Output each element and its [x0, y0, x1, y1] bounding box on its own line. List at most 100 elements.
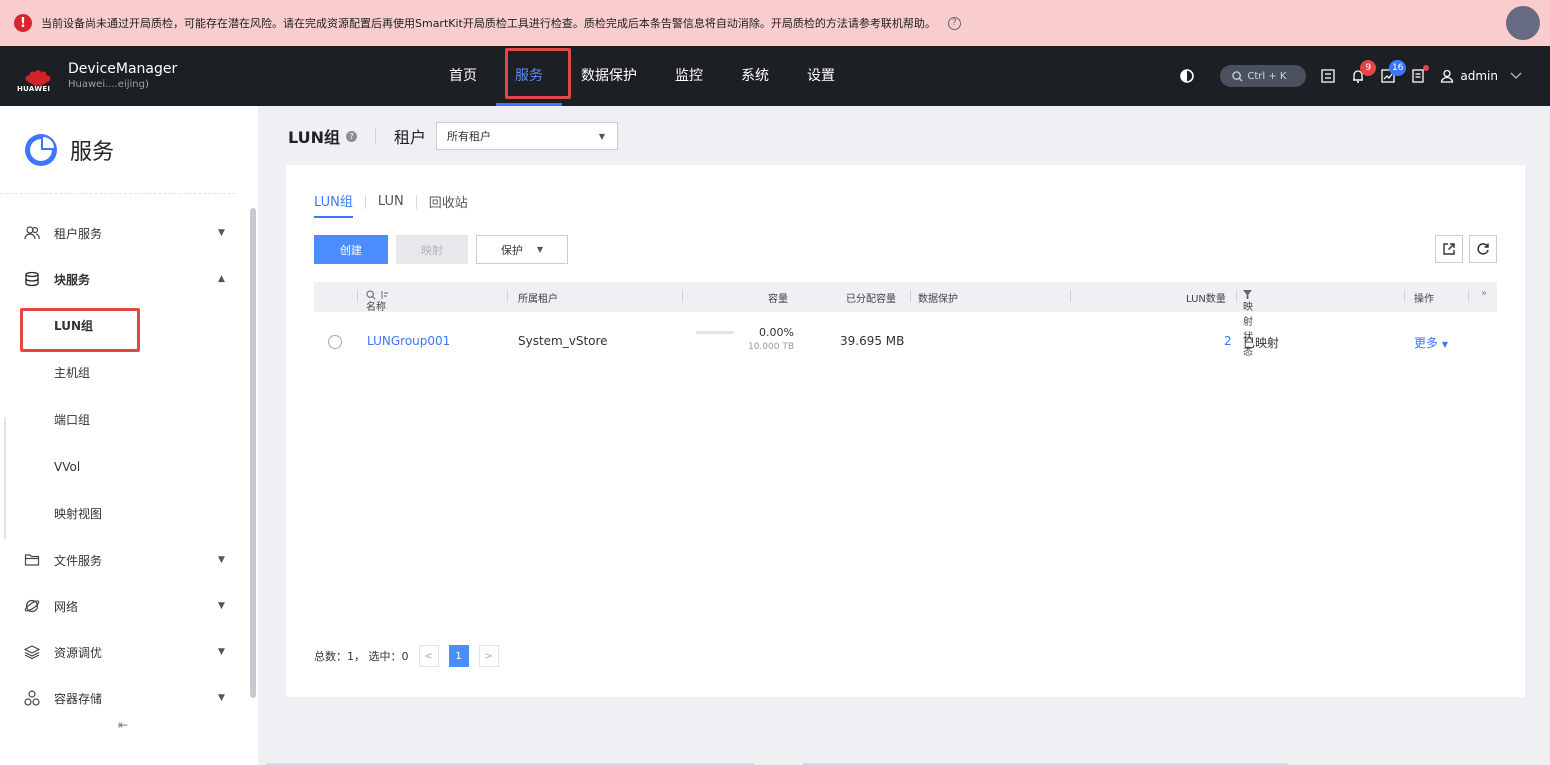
column-operation: 操作	[1414, 294, 1434, 305]
nav-system[interactable]: 系统	[722, 46, 788, 106]
sidebar-item-file-service[interactable]: 文件服务 ▼	[0, 537, 258, 583]
page-title: LUN组	[288, 128, 341, 147]
caret-down-icon: ▼	[218, 601, 225, 611]
alarm-count-badge: 9	[1360, 60, 1377, 76]
column-settings-icon[interactable]: »	[1481, 288, 1487, 299]
page-number-button[interactable]: 1	[448, 645, 469, 667]
tenant-icon	[24, 225, 42, 241]
table-header: 名称 所属租户 容量 已分配容量 数据保护 LUN数量 映射状态 操作 »	[314, 282, 1497, 358]
toolbar: Ctrl + K 9 16 admin	[1180, 46, 1528, 106]
nav-home[interactable]: 首页	[430, 46, 496, 106]
tab-divider	[415, 194, 417, 209]
pagination-summary: 总数：1， 选中：0	[314, 650, 409, 663]
column-mapping[interactable]: 映射状态	[1243, 290, 1253, 358]
capacity-percent: 0.00%	[759, 326, 794, 339]
row-select-radio[interactable]	[328, 335, 342, 349]
layers-icon	[24, 644, 42, 660]
protect-dropdown[interactable]: 保护 ▼	[476, 235, 568, 264]
nav-settings[interactable]: 设置	[788, 46, 854, 106]
row-mapping-status: 已映射	[1243, 336, 1280, 350]
more-actions-dropdown[interactable]: 更多 ▼	[1414, 334, 1448, 351]
export-button[interactable]	[1435, 235, 1463, 263]
sidebar-subitem-mapping-view[interactable]: 映射视图	[0, 490, 258, 537]
task-center-icon[interactable]	[1320, 68, 1336, 84]
table-tools	[1429, 235, 1497, 263]
sidebar-subitem-vvol[interactable]: VVol	[0, 443, 258, 490]
nav-monitor[interactable]: 监控	[656, 46, 722, 106]
collapse-sidebar-icon[interactable]: ⇤	[118, 718, 128, 732]
table-row[interactable]: LUNGroup001 System_vStore 0.00% 10.000 T…	[314, 313, 1497, 369]
map-button[interactable]: 映射	[396, 235, 468, 264]
sidebar-scrollbar[interactable]	[250, 208, 256, 698]
tab-bar: LUN组 LUN 回收站	[314, 191, 468, 218]
sidebar-tree-line	[4, 417, 6, 539]
row-allocated: 39.695 MB	[840, 334, 905, 348]
tenant-select[interactable]: 所有租户 ▼	[436, 122, 619, 150]
column-tenant: 所属租户	[518, 294, 558, 305]
column-protection: 数据保护	[918, 294, 958, 305]
caret-down-icon: ▼	[218, 555, 225, 565]
lun-group-name-link[interactable]: LUNGroup001	[367, 334, 450, 348]
tab-recycle-bin[interactable]: 回收站	[429, 192, 468, 217]
device-name: Huawei....eijing)	[68, 79, 149, 90]
column-divider	[1070, 290, 1071, 302]
username: admin	[1460, 69, 1498, 83]
tab-lun[interactable]: LUN	[378, 194, 404, 215]
theme-toggle-icon[interactable]	[1180, 69, 1195, 83]
info-icon[interactable]: ?	[346, 130, 358, 142]
highlight-box-nav	[505, 48, 571, 99]
column-divider	[357, 290, 358, 302]
sidebar-item-tenant-service[interactable]: 租户服务 ▼	[0, 210, 258, 256]
sidebar-item-block-service[interactable]: 块服务 ▲	[0, 256, 258, 302]
block-storage-icon	[24, 271, 42, 287]
column-name[interactable]: 名称	[366, 290, 389, 313]
caret-down-icon: ▼	[218, 693, 225, 703]
sidebar-header: 服务	[0, 106, 236, 194]
global-search[interactable]: Ctrl + K	[1220, 65, 1307, 87]
warning-icon: !	[14, 14, 32, 32]
user-icon	[1441, 69, 1454, 83]
next-page-button[interactable]: >	[478, 645, 499, 667]
chevron-down-icon	[1510, 72, 1522, 79]
column-divider	[1404, 290, 1405, 302]
sidebar-item-label: 块服务	[54, 272, 91, 287]
sidebar-item-container-storage[interactable]: 容器存储 ▼	[0, 675, 258, 721]
sidebar: 服务 租户服务 ▼ 块服务 ▲ LUN组 主机组 端口组 VVol 映射视图 文…	[0, 106, 258, 765]
search-shortcut: Ctrl + K	[1247, 70, 1287, 82]
nav-data-protection[interactable]: 数据保护	[562, 46, 656, 106]
user-menu[interactable]: admin	[1440, 69, 1528, 83]
sidebar-subitem-host-group[interactable]: 主机组	[0, 349, 258, 396]
capacity-total: 10.000 TB	[747, 342, 794, 352]
search-icon	[1232, 70, 1243, 82]
alarm-bell-icon[interactable]: 9	[1350, 60, 1377, 84]
quality-check-alert: ! 当前设备尚未通过开局质检，可能存在潜在风险。请在完成资源配置后再使用Smar…	[0, 0, 1550, 46]
sidebar-item-resource-tuning[interactable]: 资源调优 ▼	[0, 629, 258, 675]
alert-message: 当前设备尚未通过开局质检，可能存在潜在风险。请在完成资源配置后再使用SmartK…	[41, 17, 936, 30]
lun-count-link[interactable]: 2	[1224, 334, 1232, 348]
column-divider	[1468, 290, 1469, 302]
container-icon	[24, 690, 42, 706]
notes-icon[interactable]	[1410, 65, 1430, 84]
action-buttons: 创建 映射 保护 ▼	[314, 235, 576, 264]
content-card: LUN组 LUN 回收站 创建 映射 保护 ▼ 名称 所属租户 容量 已分配容量…	[286, 165, 1525, 697]
caret-up-icon: ▲	[218, 274, 225, 284]
column-divider	[682, 290, 683, 302]
refresh-button[interactable]	[1469, 235, 1497, 263]
sidebar-subitem-port-group[interactable]: 端口组	[0, 396, 258, 443]
row-tenant: System_vStore	[518, 334, 608, 348]
refresh-icon	[1477, 243, 1489, 255]
divider	[375, 127, 377, 145]
help-icon[interactable]: ?	[947, 16, 961, 30]
floating-assistant-button[interactable]	[1506, 6, 1540, 40]
column-capacity: 容量	[768, 294, 788, 305]
tab-lun-group[interactable]: LUN组	[314, 191, 353, 218]
top-navigation: HUAWEI DeviceManager Huawei....eijing) 首…	[0, 46, 1550, 106]
column-divider	[1236, 290, 1237, 302]
brand[interactable]: HUAWEI DeviceManager Huawei....eijing)	[16, 60, 177, 94]
prev-page-button[interactable]: <	[418, 645, 439, 667]
highlight-box-lun-group	[20, 308, 140, 352]
create-button[interactable]: 创建	[314, 235, 388, 264]
task-chart-icon[interactable]: 16	[1380, 60, 1407, 84]
sidebar-item-network[interactable]: 网络 ▼	[0, 583, 258, 629]
sidebar-item-label: 租户服务	[54, 226, 103, 241]
